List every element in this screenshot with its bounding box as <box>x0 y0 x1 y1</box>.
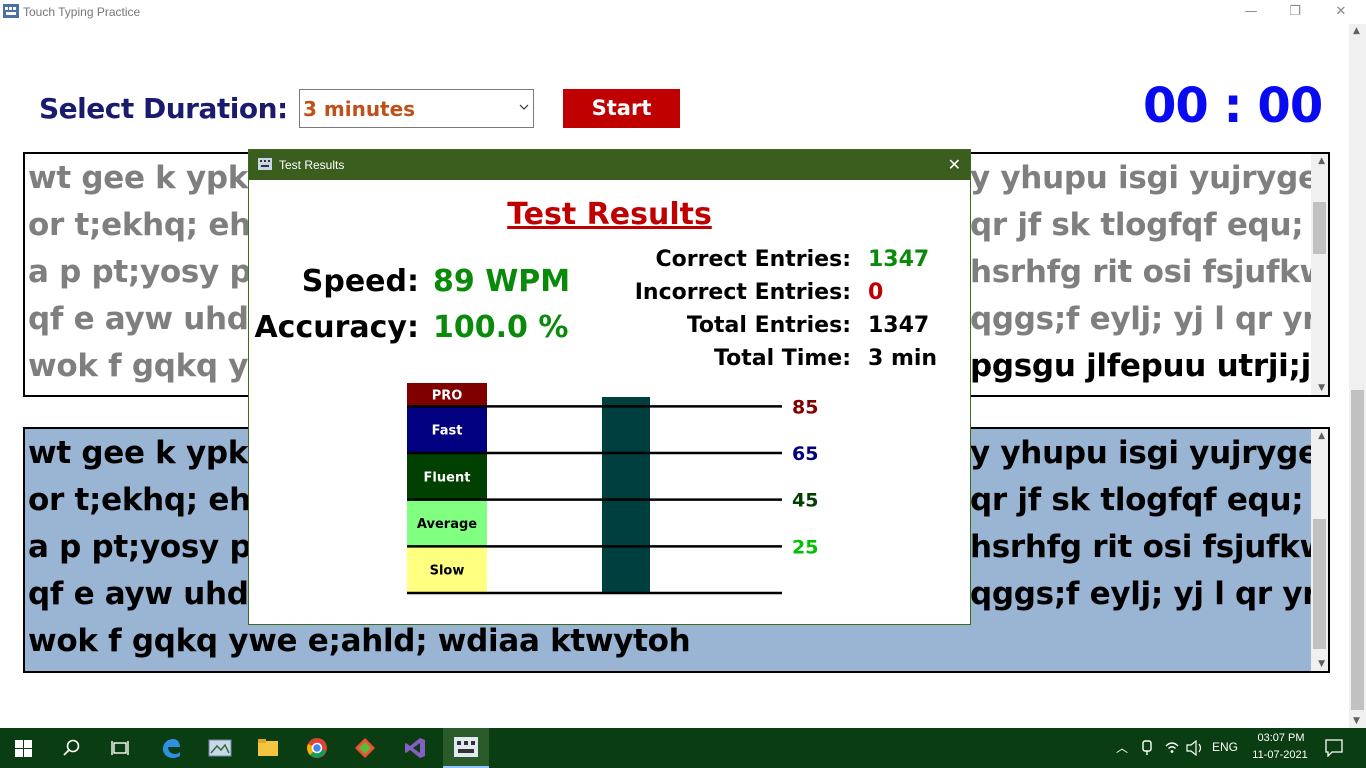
volume-icon[interactable] <box>1186 740 1204 756</box>
task-view-icon[interactable] <box>111 739 129 757</box>
minimize-button[interactable]: — <box>1236 2 1266 22</box>
edge-browser-icon[interactable] <box>160 737 182 759</box>
source-line-right: y yhupu isgi yujryge <box>970 160 1319 196</box>
typed-line-right: y yhupu isgi yujryge <box>970 435 1319 471</box>
chrome-browser-icon[interactable] <box>306 737 328 759</box>
threshold-label: 25 <box>792 536 818 558</box>
level-label: PRO <box>432 389 463 404</box>
scroll-up-icon[interactable]: ▲ <box>1353 26 1360 36</box>
source-line: wok f gqkq yw <box>28 348 277 384</box>
timer-display: 00 : 00 <box>1143 78 1323 134</box>
duration-select[interactable]: 3 minutes <box>299 89 534 128</box>
search-icon[interactable] <box>63 739 81 757</box>
source-line: wt gee k ypklr <box>28 160 274 196</box>
app-icon <box>3 4 19 18</box>
visual-studio-icon[interactable] <box>404 737 426 759</box>
typing-app-taskbar-button[interactable] <box>443 728 489 768</box>
clock-time[interactable]: 03:07 PM <box>1252 732 1310 744</box>
typed-scrollbar[interactable]: ▲ ▼ <box>1311 429 1328 671</box>
level-label: Slow <box>430 564 465 579</box>
typed-line: wok f gqkq ywe e;ahld; wdiaa ktwytoh <box>28 623 691 659</box>
notifications-icon[interactable] <box>1325 739 1343 757</box>
typed-line: or t;ekhq; ehy <box>28 482 271 518</box>
window-title: Touch Typing Practice <box>23 5 141 19</box>
typed-line: qf e ayw uhdc <box>28 576 267 612</box>
duration-select-value: 3 minutes <box>303 97 416 121</box>
start-button[interactable]: Start <box>563 89 680 128</box>
taskbar: ︿ ENG 03:07 PM 11-07-2021 <box>0 728 1366 768</box>
scroll-down-icon[interactable]: ▼ <box>1318 659 1325 669</box>
scroll-thumb[interactable] <box>1351 390 1364 710</box>
level-label: Fluent <box>424 470 471 485</box>
keyboard-app-icon <box>454 737 478 757</box>
meet-now-icon[interactable] <box>1140 740 1154 756</box>
scroll-thumb[interactable] <box>1313 519 1326 649</box>
scroll-up-icon[interactable]: ▲ <box>1318 431 1325 441</box>
typed-line-right: hsrhfg rit osi fsjufkw <box>970 529 1328 565</box>
source-scrollbar[interactable]: ▲ ▼ <box>1311 154 1328 395</box>
chevron-down-icon <box>519 104 529 110</box>
test-results-dialog: Test Results ✕ Test Results Speed: 89 WP… <box>248 149 971 625</box>
language-indicator[interactable]: ENG <box>1212 740 1238 754</box>
chevron-up-icon[interactable]: ︿ <box>1116 739 1128 756</box>
source-line-right: pgsgu jlfepuu utrji;j <box>970 348 1311 384</box>
scroll-down-icon[interactable]: ▼ <box>1353 716 1360 726</box>
duration-label: Select Duration: <box>39 92 288 125</box>
window-scrollbar[interactable]: ▲ ▼ <box>1349 24 1366 728</box>
typed-line-right: qr jf sk tlogfqf equ; q <box>970 482 1330 518</box>
photos-app-icon[interactable] <box>208 737 232 759</box>
wifi-icon[interactable] <box>1164 740 1180 754</box>
scroll-up-icon[interactable]: ▲ <box>1318 156 1325 166</box>
windows-start-icon[interactable] <box>15 740 32 757</box>
threshold-label: 85 <box>792 396 818 418</box>
source-line: a p pt;yosy pa <box>28 254 272 290</box>
level-label: Average <box>417 517 477 532</box>
source-line: or t;ekhq; ehy <box>28 207 271 243</box>
threshold-label: 45 <box>792 490 818 512</box>
typed-line: wt gee k ypklr <box>28 435 274 471</box>
scroll-down-icon[interactable]: ▼ <box>1318 383 1325 393</box>
source-line: qf e ayw uhdc <box>28 301 267 337</box>
source-line-right: hsrhfg rit osi fsjufkw <box>970 254 1328 290</box>
git-app-icon[interactable] <box>354 737 376 759</box>
scroll-thumb[interactable] <box>1313 202 1326 254</box>
source-line-right: qr jf sk tlogfqf equ; q <box>970 207 1330 243</box>
typed-line-right: qggs;f eylj; yj l qr yrl <box>970 576 1328 612</box>
speed-chart: PRO Fast Fluent Average Slow 85 65 45 25 <box>407 383 818 595</box>
typed-line: a p pt;yosy pa <box>28 529 272 565</box>
file-explorer-icon[interactable] <box>257 738 279 758</box>
clock-date[interactable]: 11-07-2021 <box>1248 749 1312 761</box>
close-button[interactable]: ✕ <box>1326 2 1356 22</box>
threshold-label: 65 <box>792 443 818 465</box>
restore-button[interactable]: ❐ <box>1280 2 1310 22</box>
level-label: Fast <box>432 424 463 439</box>
title-bar: Touch Typing Practice — ❐ ✕ <box>0 0 1366 24</box>
source-line-right: qggs;f eylj; yj l qr yrl <box>970 301 1328 337</box>
speed-bar <box>602 397 650 593</box>
